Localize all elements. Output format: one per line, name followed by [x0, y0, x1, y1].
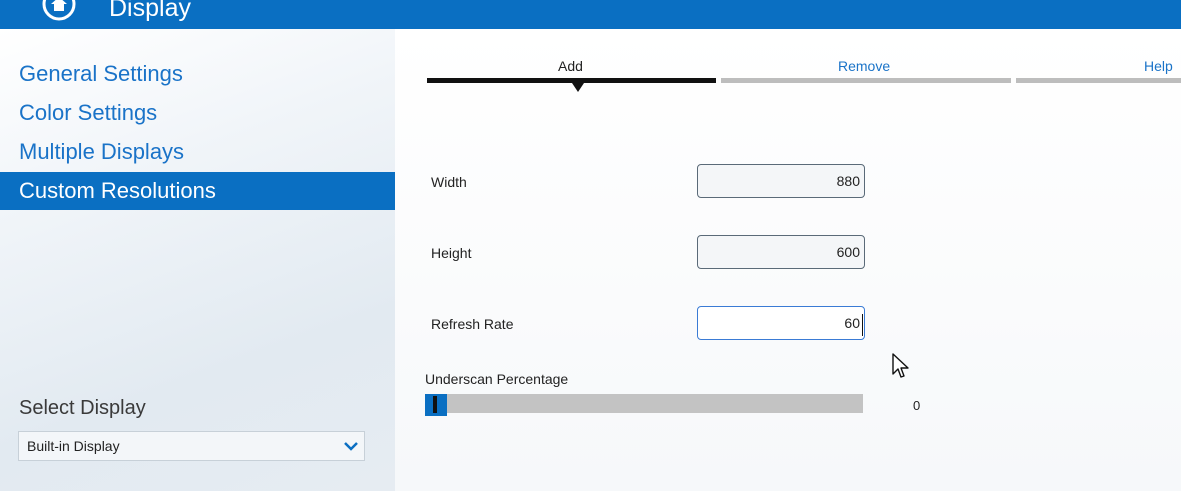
- width-label: Width: [431, 174, 467, 190]
- refresh-rate-input[interactable]: [697, 306, 865, 340]
- app-title: Display: [109, 0, 191, 22]
- slider-grip: [433, 396, 437, 413]
- sidebar-item-custom-resolutions[interactable]: Custom Resolutions: [0, 172, 395, 210]
- display-settings-window: Display General Settings Color Settings …: [0, 0, 1181, 491]
- chevron-down-icon: [344, 442, 358, 451]
- tab-remove-underline: [721, 78, 1011, 83]
- mouse-pointer-icon: [892, 353, 909, 378]
- sidebar-item-general-settings[interactable]: General Settings: [0, 55, 395, 93]
- width-input[interactable]: [697, 164, 865, 198]
- underscan-slider-thumb[interactable]: [425, 394, 447, 416]
- underscan-slider[interactable]: [425, 394, 863, 416]
- sidebar-item-color-settings[interactable]: Color Settings: [0, 94, 395, 132]
- underscan-value: 0: [913, 398, 921, 413]
- refresh-rate-label: Refresh Rate: [431, 316, 514, 332]
- tab-help-underline: [1016, 78, 1181, 83]
- main-panel: Add Remove Help Width Height Refresh Rat…: [395, 29, 1181, 491]
- select-display-value: Built-in Display: [27, 438, 120, 454]
- sidebar: General Settings Color Settings Multiple…: [0, 29, 395, 491]
- active-tab-pointer: [572, 83, 584, 92]
- title-bar: Display: [0, 0, 1181, 29]
- tab-add[interactable]: Add: [558, 58, 583, 74]
- height-input[interactable]: [697, 235, 865, 269]
- height-label: Height: [431, 245, 472, 261]
- select-display-dropdown[interactable]: Built-in Display: [18, 431, 365, 461]
- select-display-label: Select Display: [19, 397, 146, 419]
- tab-remove[interactable]: Remove: [838, 58, 890, 74]
- sidebar-item-multiple-displays[interactable]: Multiple Displays: [0, 133, 395, 171]
- home-icon[interactable]: [42, 0, 76, 21]
- underscan-label: Underscan Percentage: [425, 371, 569, 387]
- tab-help[interactable]: Help: [1144, 58, 1173, 74]
- text-caret: [862, 314, 863, 336]
